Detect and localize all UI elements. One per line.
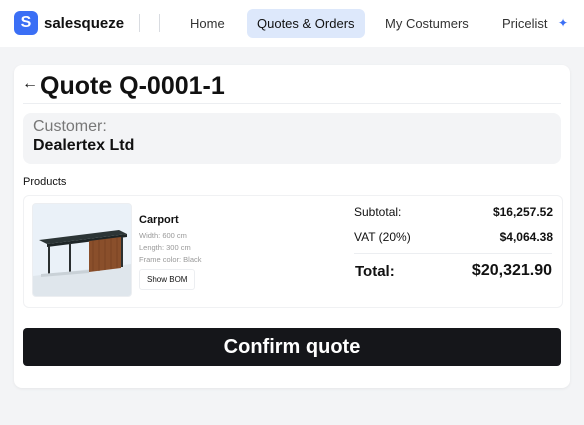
show-bom-button[interactable]: Show BOM [139,269,196,290]
products-heading: Products [23,176,67,188]
nav-divider [139,14,140,32]
summary-divider [354,253,552,254]
customer-panel: Customer: Dealertex Ltd [23,113,561,164]
confirm-quote-button[interactable]: Confirm quote [23,328,561,366]
back-arrow-icon[interactable]: ← [22,75,38,93]
nav-item-home[interactable]: Home [180,9,235,38]
product-panel: Carport Width: 600 cm Length: 300 cm Fra… [23,195,563,308]
customer-name: Dealertex Ltd [33,137,135,154]
product-image [32,203,132,297]
top-navbar: S salesqueze Home Quotes & Orders My Cos… [0,0,584,47]
brand-logo[interactable]: S salesqueze [14,11,124,35]
subtotal-label: Subtotal: [354,205,402,219]
title-divider [23,103,561,104]
carport-illustration [33,204,131,296]
product-frame-color: Frame color: Black [139,255,202,264]
product-name: Carport [139,214,179,226]
sparkle-icon: ✦ [558,16,569,30]
page-title: Quote Q-0001-1 [40,72,225,100]
vat-value: $4,064.38 [499,230,553,244]
product-width: Width: 600 cm [139,231,187,240]
quote-card: ← Quote Q-0001-1 Customer: Dealertex Ltd… [14,65,570,388]
vat-label: VAT (20%) [354,230,411,244]
total-label: Total: [355,263,395,280]
nav-item-my-costumers[interactable]: My Costumers [375,9,479,38]
nav-divider [159,14,160,32]
product-length: Length: 300 cm [139,243,191,252]
nav-item-pricelist[interactable]: Pricelist [492,9,558,38]
brand-name: salesqueze [44,14,125,32]
brand-logo-icon: S [14,11,38,35]
nav-item-quotes-orders[interactable]: Quotes & Orders [247,9,365,38]
subtotal-value: $16,257.52 [492,205,553,219]
total-value: $20,321.90 [471,262,552,279]
customer-label: Customer: [33,118,107,135]
